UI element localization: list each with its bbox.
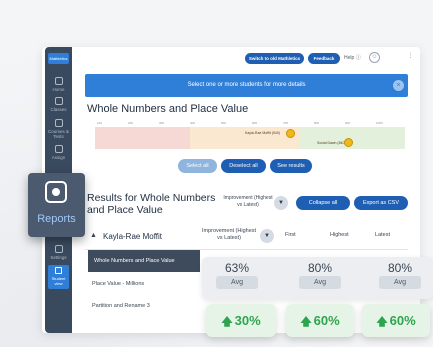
sidebar-item-home[interactable]: Home — [45, 77, 72, 92]
range-tick: 500 — [221, 121, 227, 125]
student-marker[interactable] — [344, 138, 353, 147]
average-value: 80% — [307, 261, 333, 275]
range-tick: 400 — [190, 121, 196, 125]
column-highest: Highest — [330, 232, 349, 238]
help-icon: ⓘ — [355, 55, 361, 61]
results-title: Results for Whole Numbers and Place Valu… — [87, 192, 216, 216]
column-improvement: Improvement (Highest vs Latest) — [201, 228, 257, 241]
range-tick: 600 — [252, 121, 258, 125]
gain-value: 60% — [313, 313, 340, 328]
deselect-all-button[interactable]: Deselect all — [221, 159, 266, 173]
sidebar-item-label: Classes — [50, 107, 67, 112]
band-high — [300, 127, 405, 149]
collapse-all-button[interactable]: Collapse all — [296, 196, 350, 210]
banner-text: Select one or more students for more det… — [187, 82, 306, 88]
assign-icon — [54, 145, 63, 153]
sort-label: Improvement (Highest vs Latest) — [223, 195, 273, 208]
help-link[interactable]: Help ⓘ — [344, 53, 361, 64]
range-tick: 1000 — [376, 121, 383, 125]
app-logo[interactable]: Mathletics — [48, 53, 69, 64]
column-latest: Latest — [375, 232, 390, 238]
user-avatar-icon[interactable]: ☺ — [369, 52, 380, 63]
reports-nav-item[interactable]: Reports — [28, 173, 85, 237]
sidebar-item-label: Assign — [51, 155, 66, 160]
range-ticks: 100 200 300 400 500 600 700 800 900 1000 — [95, 121, 405, 126]
table-header: ▲ Kayla-Rae Moffit Improvement (Highest … — [85, 222, 408, 250]
table-row[interactable]: Whole Numbers and Place Value — [88, 250, 200, 272]
range-tick: 200 — [128, 121, 134, 125]
switch-old-button[interactable]: Switch to old Mathletics — [245, 53, 304, 64]
range-tick: 800 — [314, 121, 320, 125]
sidebar-item-courses[interactable]: Courses & Tests — [45, 119, 72, 139]
collapse-row-icon[interactable]: ▲ — [90, 232, 97, 239]
help-label: Help — [344, 55, 355, 61]
student-view-label: Student view — [51, 276, 66, 286]
see-results-button[interactable]: See results — [270, 159, 312, 173]
table-row[interactable]: Place Value - Millions — [85, 281, 200, 287]
arrow-up-icon: 🡅 — [376, 316, 388, 328]
reports-icon — [45, 181, 67, 203]
sidebar-item-label: Courses & Tests — [47, 129, 69, 139]
range-tick: 900 — [345, 121, 351, 125]
arrow-up-icon: 🡅 — [300, 316, 312, 328]
selection-banner: Select one or more students for more det… — [85, 74, 408, 97]
student-marker-label: Kayla-Rae Moffit (540) — [245, 131, 280, 135]
score-range-bar: 100 200 300 400 500 600 700 800 900 1000… — [95, 121, 405, 149]
sidebar-item-classes[interactable]: Classes — [45, 97, 72, 112]
band-low — [95, 127, 190, 149]
gain-badge: 🡅 60% — [286, 304, 354, 337]
averages-card: 63% Avg 80% Avg 80% Avg — [202, 257, 433, 299]
sidebar-item-label: Settings — [50, 255, 67, 260]
average-value: 80% — [387, 261, 413, 275]
range-tick: 100 — [97, 121, 103, 125]
student-name[interactable]: Kayla-Rae Moffit — [103, 232, 162, 241]
courses-icon — [54, 119, 63, 127]
student-marker-label: Social Dawn (840) — [317, 141, 346, 145]
home-icon — [54, 77, 63, 85]
arrow-up-icon: 🡅 — [221, 316, 233, 328]
student-marker[interactable] — [286, 129, 295, 138]
gear-icon — [54, 245, 63, 253]
average-label: Avg — [379, 276, 421, 289]
classes-icon — [54, 97, 63, 105]
average-value: 63% — [224, 261, 250, 275]
feedback-button[interactable]: Feedback — [308, 53, 340, 64]
gain-badge: 🡅 60% — [362, 304, 430, 337]
gain-value: 60% — [389, 313, 416, 328]
range-tick: 700 — [283, 121, 289, 125]
range-tick: 300 — [159, 121, 165, 125]
column-first: First — [285, 232, 296, 238]
export-csv-button[interactable]: Export as CSV — [354, 196, 408, 210]
table-row[interactable]: Partition and Rename 3 — [85, 303, 200, 309]
close-icon[interactable]: × — [393, 80, 404, 91]
sort-dropdown-icon[interactable]: ▼ — [260, 229, 274, 243]
student-view-icon — [55, 267, 62, 274]
average-label: Avg — [216, 276, 258, 289]
reports-label: Reports — [37, 213, 76, 225]
more-icon[interactable]: ⋮ — [405, 52, 416, 63]
select-all-button[interactable]: Select all — [178, 159, 217, 173]
sort-dropdown-icon[interactable]: ▼ — [274, 196, 288, 210]
sidebar-item-label: Home — [52, 87, 65, 92]
student-view-button[interactable]: Student view — [48, 265, 69, 289]
gain-value: 30% — [234, 313, 261, 328]
top-bar: Switch to old Mathletics Feedback Help ⓘ… — [72, 47, 420, 71]
gain-badge: 🡅 30% — [206, 304, 276, 337]
sidebar-item-settings[interactable]: Settings — [45, 245, 72, 260]
sidebar-item-assign[interactable]: Assign — [45, 145, 72, 160]
average-label: Avg — [299, 276, 341, 289]
page-title: Whole Numbers and Place Value — [87, 103, 249, 115]
